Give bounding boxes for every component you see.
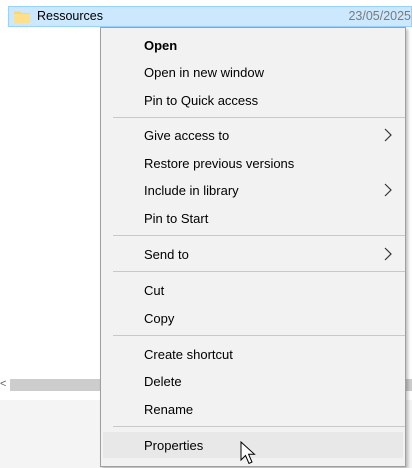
- menu-separator: [113, 271, 405, 272]
- menu-item-copy[interactable]: Copy: [103, 305, 403, 331]
- menu-item-open-in-new-window[interactable]: Open in new window: [103, 59, 403, 85]
- menu-item-label: Give access to: [144, 128, 230, 143]
- menu-item-label: Pin to Start: [144, 211, 209, 226]
- menu-item-label: Properties: [144, 438, 204, 453]
- menu-item-label: Include in library: [144, 183, 239, 198]
- menu-item-open[interactable]: Open: [103, 32, 403, 58]
- menu-item-label: Restore previous versions: [144, 156, 295, 171]
- menu-item-label: Send to: [144, 247, 189, 262]
- menu-item-label: Delete: [144, 374, 182, 389]
- submenu-arrow-icon: [384, 128, 392, 142]
- file-name: Ressources: [37, 9, 103, 23]
- menu-item-label: Copy: [144, 311, 175, 326]
- menu-item-label: Pin to Quick access: [144, 93, 259, 108]
- menu-item-pin-to-start[interactable]: Pin to Start: [103, 205, 403, 231]
- menu-item-create-shortcut[interactable]: Create shortcut: [103, 341, 403, 367]
- menu-item-label: Cut: [144, 283, 165, 298]
- menu-item-label: Open: [144, 38, 178, 53]
- menu-separator: [113, 117, 405, 118]
- submenu-arrow-icon: [384, 247, 392, 261]
- menu-separator: [113, 235, 405, 236]
- menu-item-cut[interactable]: Cut: [103, 277, 403, 303]
- menu-separator: [113, 335, 405, 336]
- menu-item-label: Open in new window: [144, 65, 264, 80]
- folder-icon: [14, 11, 30, 23]
- scroll-left-arrow-icon[interactable]: <: [0, 378, 6, 390]
- menu-item-rename[interactable]: Rename: [103, 396, 403, 422]
- file-date: 23/05/2025: [348, 9, 411, 23]
- menu-item-label: Create shortcut: [144, 347, 233, 362]
- context-menu: Open Open in new window Pin to Quick acc…: [100, 27, 406, 467]
- file-row-ressources[interactable]: Ressources 23/05/2025: [8, 6, 412, 27]
- menu-item-delete[interactable]: Delete: [103, 368, 403, 394]
- menu-item-give-access-to[interactable]: Give access to: [103, 122, 403, 148]
- menu-item-restore-previous-versions[interactable]: Restore previous versions: [103, 150, 403, 176]
- submenu-arrow-icon: [384, 183, 392, 197]
- menu-item-include-in-library[interactable]: Include in library: [103, 177, 403, 203]
- menu-separator: [113, 426, 405, 427]
- mouse-pointer-icon: [240, 441, 256, 465]
- menu-item-send-to[interactable]: Send to: [103, 241, 403, 267]
- menu-item-pin-to-quick-access[interactable]: Pin to Quick access: [103, 87, 403, 113]
- menu-item-label: Rename: [144, 402, 194, 417]
